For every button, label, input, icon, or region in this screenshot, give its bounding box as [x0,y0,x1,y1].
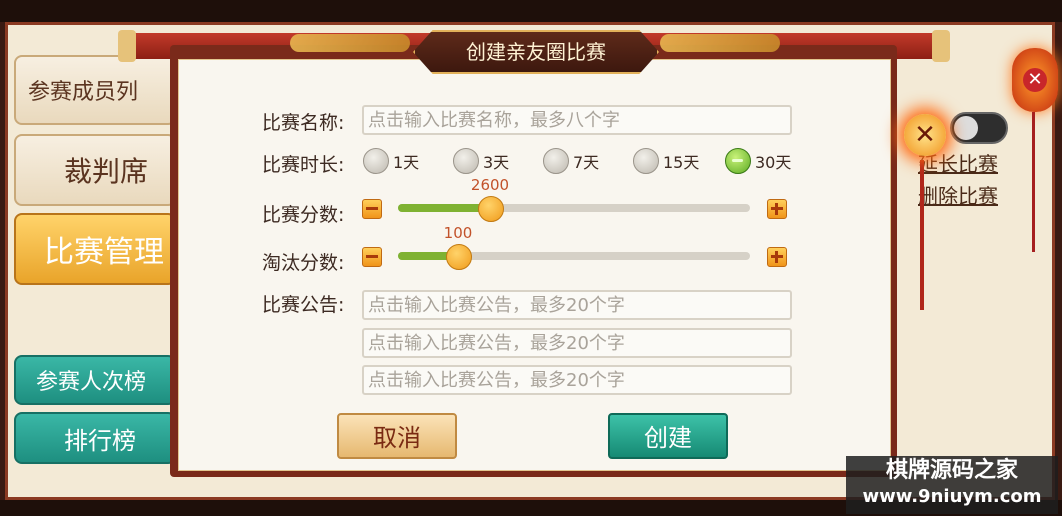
match-management-button[interactable]: 比赛管理 [14,213,176,285]
lantern-close-icon[interactable]: ✕ [1012,48,1058,112]
duration-option-3[interactable]: 3天 [453,148,509,174]
top-bar [0,0,1062,22]
duration-option-7[interactable]: 7天 [543,148,599,174]
duration-option-30[interactable]: 30天 [725,148,791,174]
radio-selected-icon [725,148,751,174]
notice-input-1[interactable] [362,290,792,320]
radio-icon [543,148,569,174]
watermark: 棋牌源码之家 www.9niuym.com [846,456,1058,514]
score-plus-button[interactable] [767,199,787,219]
elimination-slider-handle[interactable] [446,244,472,270]
watermark-line2: www.9niuym.com [862,486,1042,507]
match-name-label: 比赛名称: [262,112,345,134]
close-icon[interactable]: ✕ [904,114,946,156]
elimination-minus-button[interactable] [362,247,382,267]
cancel-button[interactable]: 取消 [337,413,457,459]
score-slider[interactable]: 2600 [398,176,750,222]
score-slider-fill [398,204,490,212]
leaderboard-button[interactable]: 排行榜 [14,412,176,464]
match-notice-label: 比赛公告: [262,294,345,316]
score-minus-button[interactable] [362,199,382,219]
close-tassel [920,160,924,310]
dialog-title: 创建亲友圈比赛 [413,30,659,74]
watermark-line1: 棋牌源码之家 [885,458,1018,483]
radio-icon [453,148,479,174]
score-value: 2600 [470,176,510,194]
match-duration-label: 比赛时长: [262,154,345,176]
create-button[interactable]: 创建 [608,413,728,459]
ornament-left [290,34,410,52]
elimination-slider[interactable]: 100 [398,224,750,270]
toggle-switch[interactable] [950,112,1008,144]
participation-ranking-button[interactable]: 参赛人次榜 [14,355,176,405]
notice-input-3[interactable] [362,365,792,395]
participant-list-button[interactable]: 参赛成员列 [14,55,176,125]
referee-button[interactable]: 裁判席 [14,134,176,206]
scroll-end-left [118,30,136,62]
duration-option-1[interactable]: 1天 [363,148,419,174]
scroll-end-right [932,30,950,62]
lantern-rope [1032,112,1035,252]
delete-match-link[interactable]: 删除比赛 [918,180,998,209]
radio-icon [633,148,659,174]
ornament-right [660,34,780,52]
notice-input-2[interactable] [362,328,792,358]
elimination-plus-button[interactable] [767,247,787,267]
elimination-value: 100 [443,224,473,242]
match-score-label: 比赛分数: [262,204,345,226]
radio-icon [363,148,389,174]
duration-option-15[interactable]: 15天 [633,148,699,174]
elimination-score-label: 淘汰分数: [262,252,345,274]
score-slider-handle[interactable] [478,196,504,222]
match-name-input[interactable] [362,105,792,135]
